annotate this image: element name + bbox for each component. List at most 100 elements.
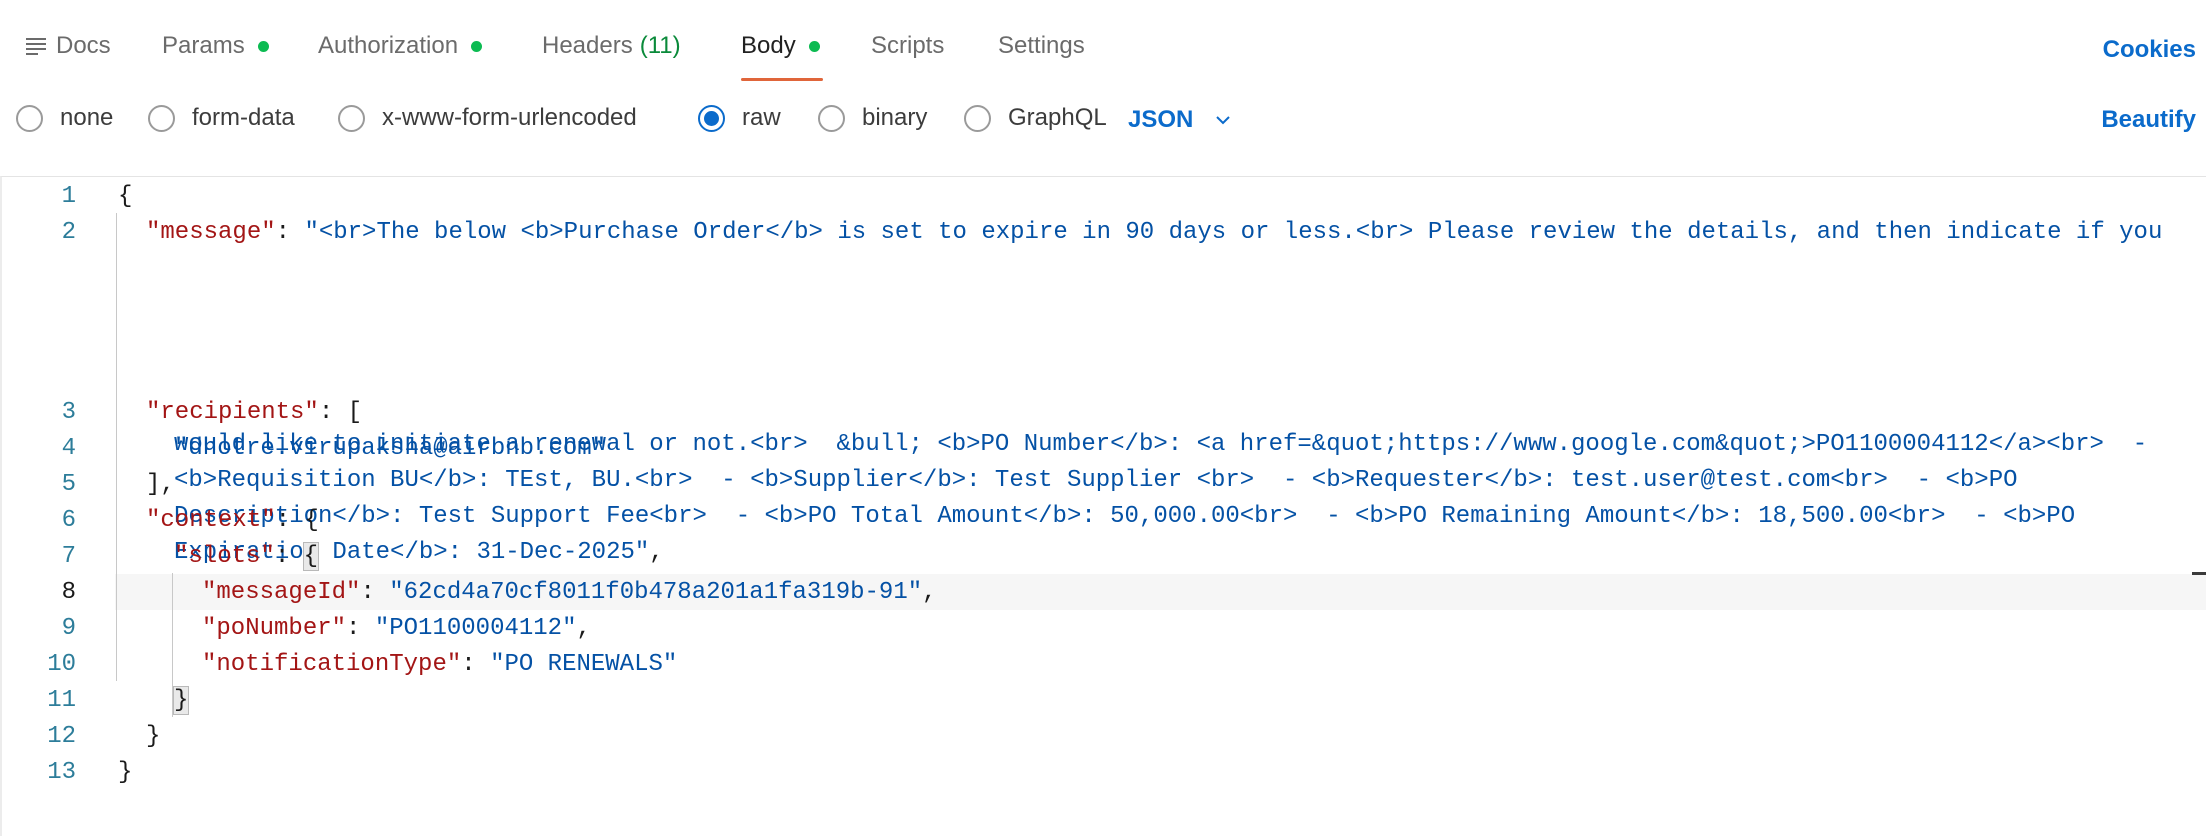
radio-circle[interactable] bbox=[818, 104, 845, 132]
code-text: "poNumber": "PO1100004112", bbox=[202, 611, 591, 647]
json-string: "dhotre.virupaksha@airbnb.com" bbox=[174, 435, 607, 462]
body-type-selector: none form-data x-www-form-urlencoded raw… bbox=[0, 100, 2206, 140]
headers-count: (11) bbox=[639, 32, 681, 59]
tab-headers[interactable]: Headers (11) bbox=[542, 32, 681, 60]
json-string: "PO1100004112" bbox=[374, 615, 577, 642]
radio-graphql-label: GraphQL bbox=[1008, 104, 1107, 131]
radio-none[interactable]: none bbox=[16, 104, 113, 132]
code-line: 11 } bbox=[2, 683, 2206, 719]
radio-form-data[interactable]: form-data bbox=[148, 104, 295, 132]
code-text: "messageId": "62cd4a70cf8011f0b478a201a1… bbox=[202, 575, 937, 611]
code-text: ], bbox=[146, 471, 175, 498]
line-number: 7 bbox=[61, 543, 76, 570]
scrollbar-marker[interactable] bbox=[2192, 572, 2206, 575]
tab-body[interactable]: Body bbox=[741, 32, 820, 60]
tab-authorization[interactable]: Authorization bbox=[318, 32, 483, 60]
tab-docs[interactable]: Docs bbox=[26, 32, 111, 60]
line-number: 5 bbox=[61, 471, 76, 498]
code-line: 9 "poNumber": "PO1100004112", bbox=[2, 611, 2206, 647]
line-number: 12 bbox=[47, 723, 76, 750]
json-string: "<br>The below <b>Purchase Order</b> is … bbox=[304, 219, 2163, 246]
json-key: "poNumber" bbox=[202, 615, 347, 642]
code-line: 2 "message": "<br>The below <b>Purchase … bbox=[2, 215, 2206, 251]
radio-circle[interactable] bbox=[16, 104, 43, 132]
radio-x-www-form-urlencoded[interactable]: x-www-form-urlencoded bbox=[338, 104, 637, 132]
code-line: 12 } bbox=[2, 719, 2206, 755]
radio-none-label: none bbox=[60, 104, 114, 131]
line-number: 3 bbox=[61, 399, 76, 426]
authorization-status-dot bbox=[471, 40, 483, 52]
json-separator: : bbox=[274, 543, 304, 570]
tab-docs-label: Docs bbox=[56, 32, 111, 59]
line-number: 1 bbox=[61, 183, 76, 210]
docs-lines-icon bbox=[26, 37, 46, 55]
code-line: 7 "slots": { bbox=[2, 539, 2206, 575]
json-key: "messageId" bbox=[202, 579, 361, 606]
tab-params[interactable]: Params bbox=[162, 32, 269, 60]
code-line: 5 ], bbox=[2, 467, 2206, 503]
json-key: "slots" bbox=[174, 543, 275, 570]
code-text: "context": { bbox=[146, 503, 319, 539]
code-line: 4 "dhotre.virupaksha@airbnb.com" bbox=[2, 431, 2206, 467]
code-line: 10 "notificationType": "PO RENEWALS" bbox=[2, 647, 2206, 683]
json-punct: : [ bbox=[318, 399, 363, 426]
tab-scripts[interactable]: Scripts bbox=[871, 32, 944, 60]
radio-urlencoded-label: x-www-form-urlencoded bbox=[382, 104, 637, 131]
beautify-button[interactable]: Beautify bbox=[2101, 106, 2196, 134]
tab-headers-label: Headers bbox=[542, 32, 633, 59]
radio-form-data-label: form-data bbox=[192, 104, 295, 131]
code-line: 6 "context": { bbox=[2, 503, 2206, 539]
cookies-link[interactable]: Cookies bbox=[2103, 36, 2196, 64]
json-comma: , bbox=[922, 579, 937, 606]
format-dropdown[interactable]: JSON bbox=[1128, 106, 1231, 134]
tab-params-label: Params bbox=[162, 32, 245, 59]
code-text: { bbox=[118, 183, 133, 210]
radio-binary-label: binary bbox=[862, 104, 928, 131]
line-number: 6 bbox=[61, 507, 76, 534]
code-text: } bbox=[146, 723, 161, 750]
code-text: "notificationType": "PO RENEWALS" bbox=[202, 647, 677, 683]
code-line-current: 8 "messageId": "62cd4a70cf8011f0b478a201… bbox=[2, 575, 2206, 611]
code-text: } bbox=[118, 759, 133, 786]
json-separator: : bbox=[360, 579, 390, 606]
tab-scripts-label: Scripts bbox=[871, 32, 945, 59]
json-key: "context" bbox=[146, 507, 276, 534]
json-key: "message" bbox=[146, 219, 276, 246]
line-number: 4 bbox=[61, 435, 76, 462]
code-line: 3 "recipients": [ bbox=[2, 395, 2206, 431]
radio-circle[interactable] bbox=[964, 104, 991, 132]
json-separator: : bbox=[461, 651, 491, 678]
line-number: 8 bbox=[61, 579, 76, 606]
radio-raw-label: raw bbox=[742, 104, 781, 131]
radio-circle-selected[interactable] bbox=[698, 104, 725, 132]
chevron-down-icon bbox=[1216, 116, 1231, 125]
radio-circle[interactable] bbox=[148, 104, 175, 132]
tab-settings[interactable]: Settings bbox=[998, 32, 1085, 60]
line-number: 11 bbox=[47, 687, 76, 714]
radio-graphql[interactable]: GraphQL bbox=[964, 104, 1107, 132]
code-text: } bbox=[172, 683, 190, 719]
code-text: "slots": { bbox=[174, 539, 320, 575]
request-tabs: Docs Params Authorization Headers (11) B… bbox=[0, 0, 2206, 82]
json-key: "recipients" bbox=[146, 399, 319, 426]
json-comma: , bbox=[576, 615, 591, 642]
line-number: 10 bbox=[47, 651, 76, 678]
line-number: 9 bbox=[61, 615, 76, 642]
code-text: "message": "<br>The below <b>Purchase Or… bbox=[146, 215, 2162, 251]
line-number: 2 bbox=[61, 219, 76, 246]
code-editor[interactable]: 1 { 2 "message": "<br>The below <b>Purch… bbox=[0, 176, 2206, 836]
radio-circle[interactable] bbox=[338, 104, 365, 132]
json-separator: : bbox=[346, 615, 375, 642]
json-string: "PO RENEWALS" bbox=[490, 651, 678, 678]
format-label: JSON bbox=[1128, 106, 1194, 133]
json-key: "notificationType" bbox=[202, 651, 462, 678]
code-line: 13 } bbox=[2, 755, 2206, 791]
tab-settings-label: Settings bbox=[998, 32, 1085, 59]
line-number: 13 bbox=[47, 759, 76, 786]
radio-raw[interactable]: raw bbox=[698, 104, 781, 132]
json-separator: : bbox=[275, 219, 305, 246]
json-punct: : { bbox=[275, 507, 319, 534]
radio-binary[interactable]: binary bbox=[818, 104, 927, 132]
body-status-dot bbox=[808, 40, 820, 52]
json-string: "62cd4a70cf8011f0b478a201a1fa319b-91" bbox=[389, 579, 923, 606]
